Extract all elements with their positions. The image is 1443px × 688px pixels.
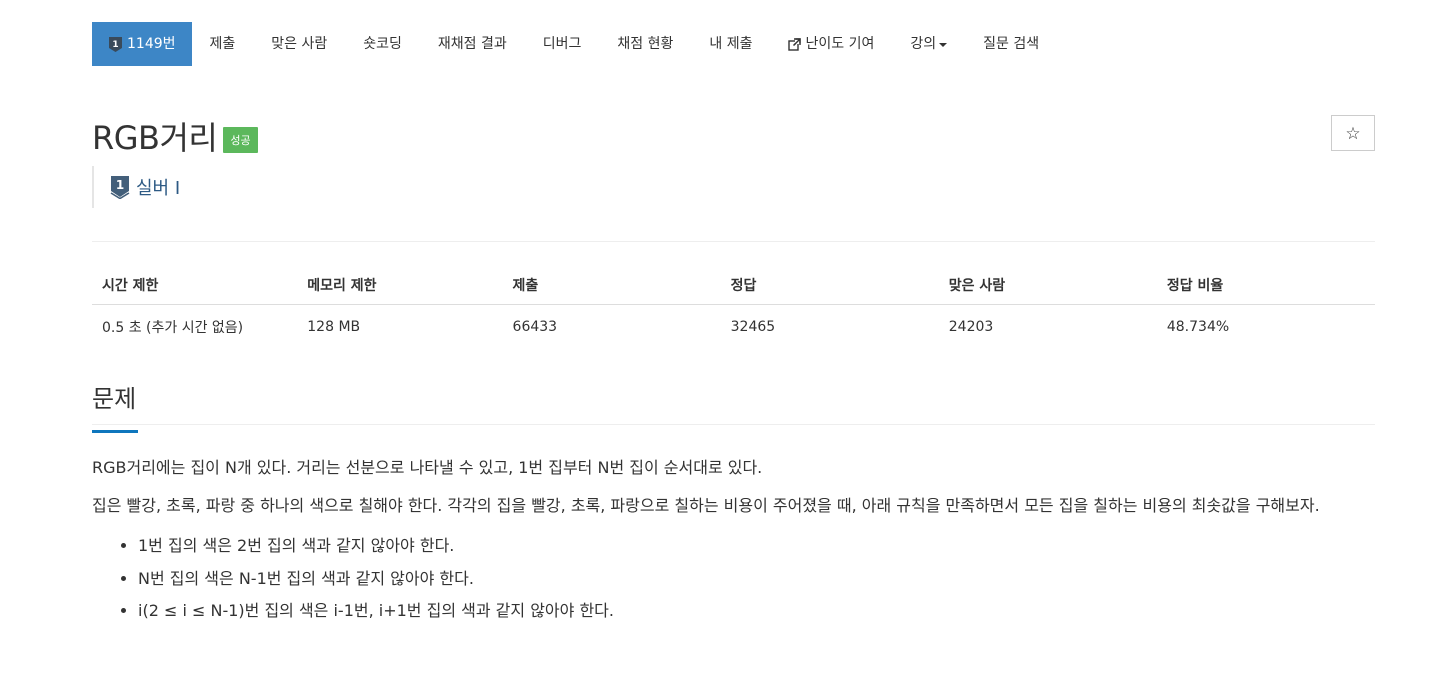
header-memory-limit: 메모리 제한 [297,272,503,305]
nav-rejudge-results-label: 재채점 결과 [437,36,507,52]
header-time-limit: 시간 제한 [92,272,298,305]
cell-accept-ratio: 48.734% [1166,319,1230,335]
nav-submit-label: 제출 [209,36,236,52]
header-submissions: 제출 [502,272,721,305]
star-icon: ☆ [1345,124,1361,144]
problem-info-table: 시간 제한 메모리 제한 제출 정답 맞은 사람 정답 비율 0.5 초 (추가… [92,272,1375,349]
problem-section-header: 문제 [92,379,1375,433]
title-row: RGB거리 성공 ☆ [92,113,1375,157]
nav-contribute-difficulty[interactable]: 난이도 기여 [770,22,892,66]
section-title: 문제 [92,385,137,413]
cell-accepted-users: 24203 [948,319,994,335]
cell-time-limit: 0.5 초 (추가 시간 없음) [102,320,244,336]
header-accept-ratio: 정답 비율 [1156,272,1375,305]
status-badge: 성공 [223,127,258,153]
nav-accepted-users-label: 맞은 사람 [271,36,328,52]
list-item: i(2 ≤ i ≤ N-1)번 집의 색은 i-1번, i+1번 집의 색과 같… [138,595,1375,628]
svg-text:1: 1 [112,40,118,50]
problem-paragraph-2: 집은 빨강, 초록, 파랑 중 하나의 색으로 칠해야 한다. 각각의 집을 빨… [92,496,1320,516]
problem-paragraph-1: RGB거리에는 집이 N개 있다. 거리는 선분으로 나타낼 수 있고, 1번 … [92,458,763,477]
nav-lecture-dropdown[interactable]: 강의 [892,22,965,66]
nav-status[interactable]: 채점 현황 [599,22,691,66]
nav-my-submissions[interactable]: 내 제출 [691,22,770,66]
nav-debug-label: 디버그 [542,36,582,52]
nav-contribute-label: 난이도 기여 [805,36,875,52]
nav-qna-label: 질문 검색 [983,36,1040,52]
nav-status-label: 채점 현황 [617,36,674,52]
header-accepted-users: 맞은 사람 [938,272,1157,305]
tier-box: 1 실버 I [92,166,1375,208]
nav-submit[interactable]: 제출 [192,22,254,66]
list-item: N번 집의 색은 N-1번 집의 색과 같지 않아야 한다. [138,563,1375,596]
silver-tier-icon: 1 [109,36,122,52]
section-underline [92,430,138,433]
nav-problem-id-label: 1149번 [127,36,176,52]
silver-tier-badge-icon: 1 [110,176,130,199]
nav-debug[interactable]: 디버그 [525,22,600,66]
divider [92,241,1375,242]
header-accepted: 정답 [720,272,939,305]
cell-accepted: 32465 [730,319,776,335]
external-link-icon [788,37,802,51]
favorite-button[interactable]: ☆ [1331,115,1375,151]
nav-rejudge-results[interactable]: 재채점 결과 [420,22,525,66]
page-container: 1 1149번 제출 맞은 사람 숏코딩 재채점 결과 디버그 채점 현황 내 … [92,22,1375,628]
cell-memory-limit: 128 MB [307,319,361,335]
nav-lecture-label: 강의 [910,36,937,52]
nav-short-coding[interactable]: 숏코딩 [345,22,420,66]
table-row: 0.5 초 (추가 시간 없음) 128 MB 66433 32465 2420… [92,305,1375,350]
tier-label[interactable]: 실버 I [136,174,180,200]
problem-nav: 1 1149번 제출 맞은 사람 숏코딩 재채점 결과 디버그 채점 현황 내 … [92,22,1375,66]
nav-short-coding-label: 숏코딩 [363,36,402,52]
problem-description: RGB거리에는 집이 N개 있다. 거리는 선분으로 나타낼 수 있고, 1번 … [92,453,1375,628]
caret-down-icon [939,43,948,47]
list-item: 1번 집의 색은 2번 집의 색과 같지 않아야 한다. [138,530,1375,563]
nav-qna-search[interactable]: 질문 검색 [965,22,1057,66]
problem-title: RGB거리 [92,119,218,157]
nav-accepted-users[interactable]: 맞은 사람 [253,22,345,66]
nav-my-submissions-label: 내 제출 [709,36,753,52]
table-header-row: 시간 제한 메모리 제한 제출 정답 맞은 사람 정답 비율 [92,272,1375,305]
svg-text:1: 1 [116,178,124,192]
nav-problem-id[interactable]: 1 1149번 [92,22,192,66]
rules-list: 1번 집의 색은 2번 집의 색과 같지 않아야 한다. N번 집의 색은 N-… [92,530,1375,628]
cell-submissions: 66433 [512,319,558,335]
